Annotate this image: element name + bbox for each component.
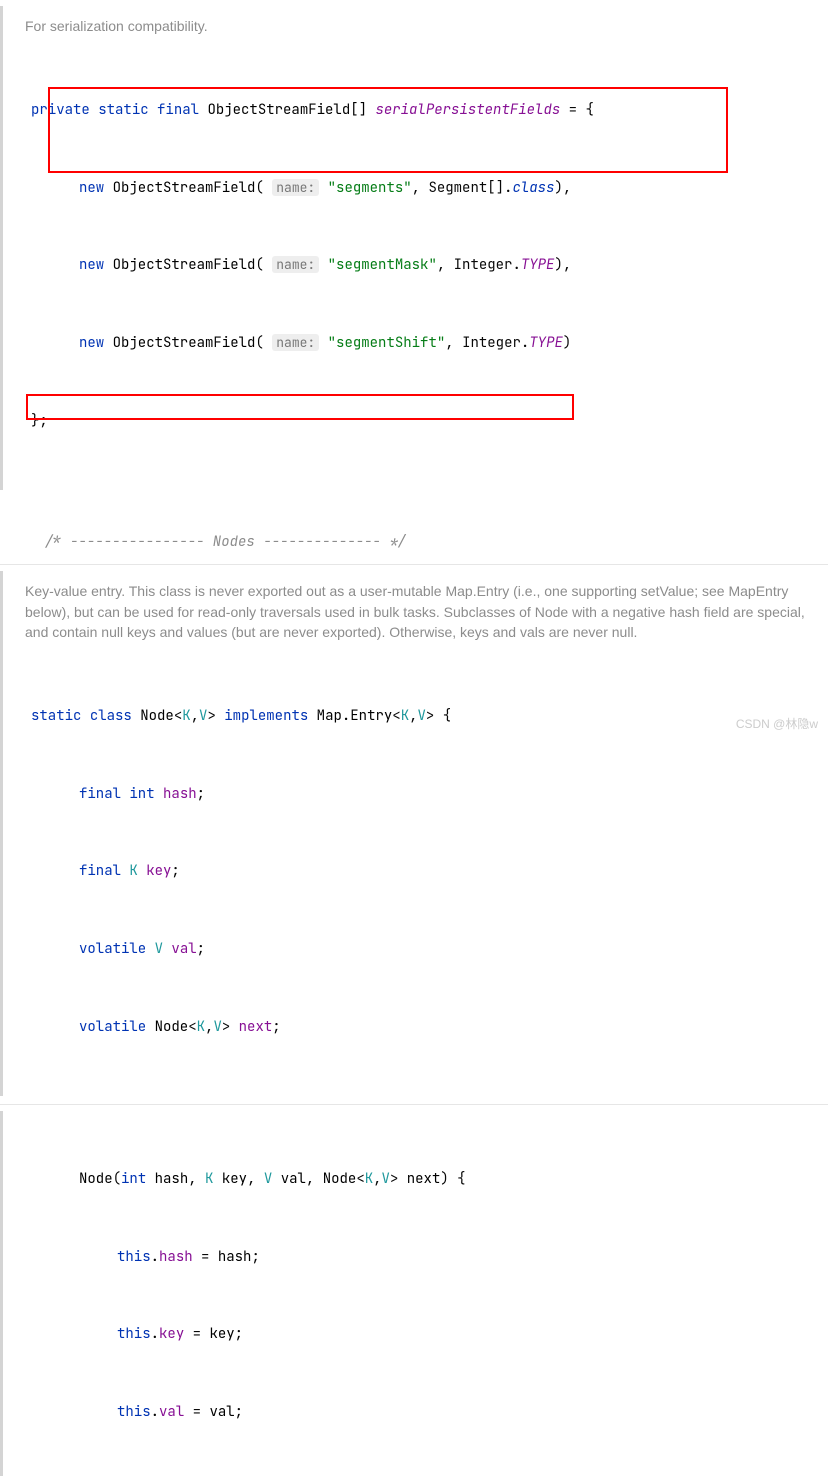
code-block-2: Key-value entry. This class is never exp… <box>0 571 828 1096</box>
array-init-row-2: new ObjectStreamField( name: "segmentShi… <box>3 331 828 357</box>
type-objectstreamfield-array: ObjectStreamField[] <box>207 101 367 119</box>
field-serialpersistentfields: serialPersistentFields <box>375 101 560 119</box>
string-literal: "segmentShift" <box>328 334 446 352</box>
array-init-row-1: new ObjectStreamField( name: "segmentMas… <box>3 253 828 279</box>
punct: = { <box>560 101 594 119</box>
code-block-1: For serialization compatibility. private… <box>0 6 828 490</box>
divider <box>0 564 828 565</box>
param-hint-name: name: <box>272 334 319 351</box>
section-comment-nodes: /* ---------------- Nodes --------------… <box>45 533 406 551</box>
assign-val: this.val = val; <box>3 1400 828 1426</box>
keyword-private: private <box>31 101 90 119</box>
code-area-1[interactable]: private static final ObjectStreamField[]… <box>3 46 828 486</box>
code-area-3[interactable]: Node(int hash, K key, V val, Node<K,V> n… <box>3 1115 828 1476</box>
param-hint-name: name: <box>272 256 319 273</box>
field-next: volatile Node<K,V> next; <box>3 1015 828 1041</box>
array-init-row-0: new ObjectStreamField( name: "segments",… <box>3 176 828 202</box>
field-key: final K key; <box>3 859 828 885</box>
javadoc-comment-1: For serialization compatibility. <box>3 10 828 46</box>
string-literal: "segments" <box>328 179 412 197</box>
string-literal: "segmentMask" <box>328 256 437 274</box>
assign-hash: this.hash = hash; <box>3 1245 828 1271</box>
assign-key: this.key = key; <box>3 1322 828 1348</box>
constructor-signature: Node(int hash, K key, V val, Node<K,V> n… <box>3 1167 828 1193</box>
watermark: CSDN @林隐w <box>736 715 818 732</box>
close-array: }; <box>31 412 48 430</box>
field-val: volatile V val; <box>3 937 828 963</box>
param-hint-name: name: <box>272 179 319 196</box>
keyword-static: static <box>98 101 148 119</box>
javadoc-comment-2: Key-value entry. This class is never exp… <box>3 575 828 652</box>
keyword-final: final <box>157 101 199 119</box>
code-area-2[interactable]: static class Node<K,V> implements Map.En… <box>3 652 828 1092</box>
divider <box>0 1104 828 1105</box>
code-block-3: Node(int hash, K key, V val, Node<K,V> n… <box>0 1111 828 1476</box>
class-declaration-node: static class Node<K,V> implements Map.En… <box>3 704 828 730</box>
field-hash: final int hash; <box>3 782 828 808</box>
